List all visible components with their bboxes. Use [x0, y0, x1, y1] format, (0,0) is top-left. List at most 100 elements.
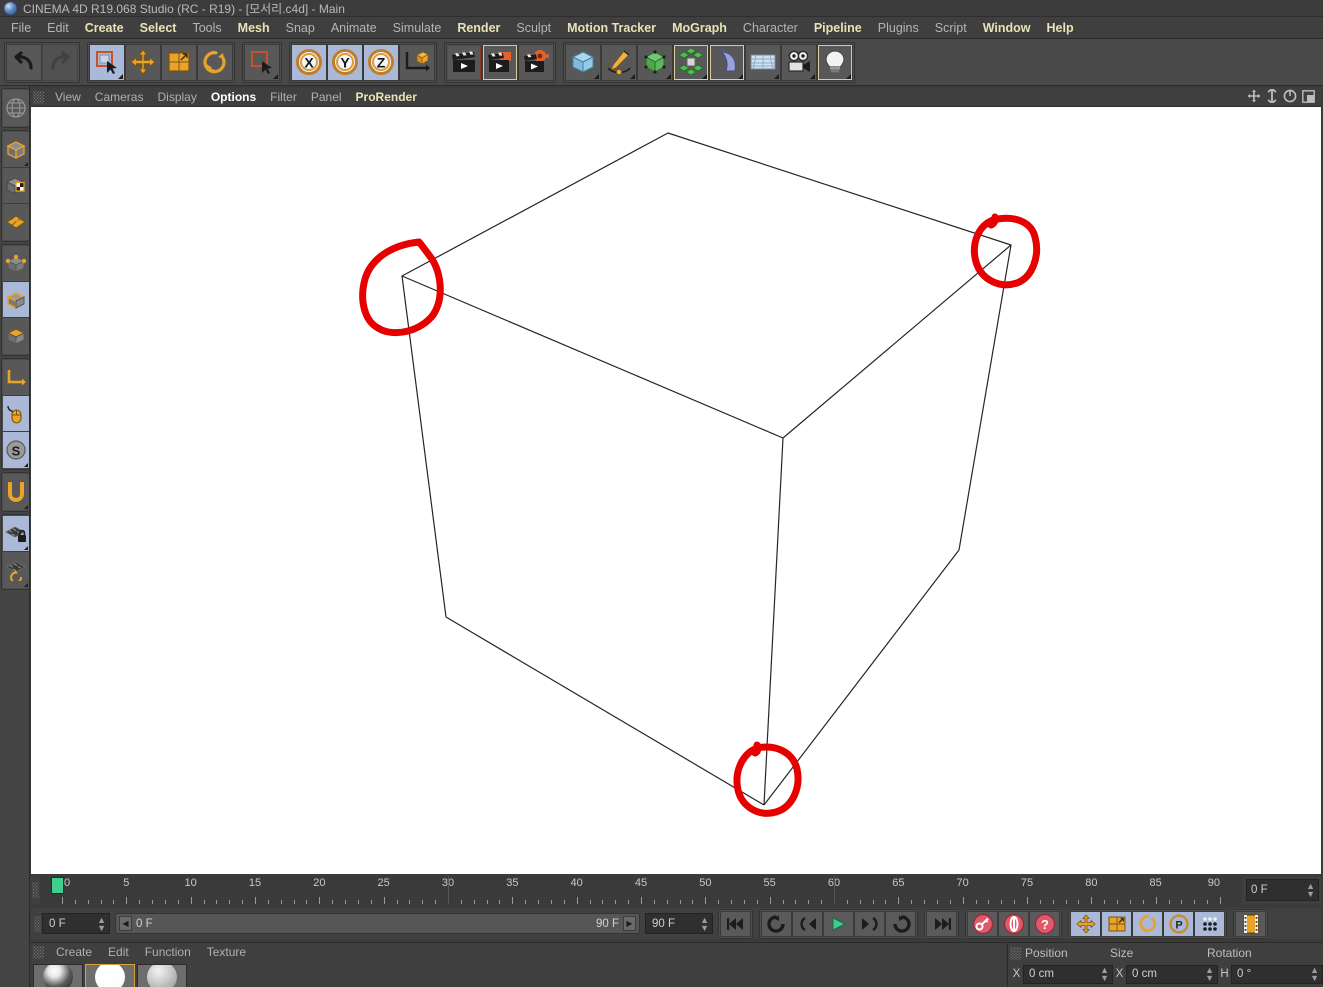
viewport-menu-panel[interactable]: Panel — [304, 88, 349, 107]
lock-y-axis-button[interactable]: Y — [327, 43, 363, 81]
menu-help[interactable]: Help — [1039, 17, 1082, 39]
menu-motion-tracker[interactable]: Motion Tracker — [559, 17, 664, 39]
add-camera-button[interactable] — [781, 43, 817, 81]
loop-playback-button[interactable] — [885, 910, 916, 937]
go-to-end-button[interactable] — [926, 910, 957, 937]
current-frame-field[interactable]: 0 F ▲ ▼ — [42, 913, 110, 934]
menu-select[interactable]: Select — [132, 17, 185, 39]
panel-grip-icon[interactable] — [1010, 946, 1021, 960]
coordinate-system-button[interactable] — [399, 43, 435, 81]
render-to-picture-viewer-button[interactable] — [482, 43, 518, 81]
spinner-icon[interactable]: ▲ ▼ — [1310, 966, 1319, 983]
coordinate-input[interactable]: 0 cm ▲ ▼ — [1023, 964, 1113, 984]
render-view-button[interactable] — [446, 43, 482, 81]
preview-range-start-handle[interactable]: ◀ — [119, 916, 132, 931]
coordinate-input[interactable]: 0 ° ▲ ▼ — [1231, 964, 1323, 984]
keyframe-selection-button[interactable]: ? — [1029, 910, 1060, 937]
material-menu-texture[interactable]: Texture — [199, 943, 254, 962]
soft-selection-button[interactable]: S — [3, 432, 29, 468]
position-key-toggle[interactable] — [1070, 910, 1101, 937]
add-light-button[interactable] — [817, 43, 853, 81]
texture-mode-button[interactable] — [3, 168, 29, 204]
points-mode-button[interactable] — [3, 246, 29, 282]
play-forward-button[interactable] — [823, 910, 854, 937]
lock-z-axis-button[interactable]: Z — [363, 43, 399, 81]
menu-character[interactable]: Character — [735, 17, 806, 39]
timeline-playhead[interactable] — [51, 877, 64, 894]
timeline-frame-field[interactable]: 0 F ▲ ▼ — [1246, 879, 1319, 901]
polygons-mode-button[interactable] — [3, 318, 29, 354]
zoom-view-button[interactable] — [1266, 87, 1278, 106]
scale-tool[interactable] — [161, 43, 197, 81]
viewport-menu-filter[interactable]: Filter — [263, 88, 304, 107]
viewport-menu-prorender[interactable]: ProRender — [349, 88, 424, 107]
viewport-menu-cameras[interactable]: Cameras — [88, 88, 151, 107]
rotation-key-toggle[interactable] — [1132, 910, 1163, 937]
rotate-view-button[interactable] — [1283, 89, 1297, 106]
timeline-ruler[interactable]: 051015202530354045505560657075808590 — [40, 876, 1242, 904]
material-menu-edit[interactable]: Edit — [100, 943, 137, 962]
edges-mode-button[interactable] — [3, 282, 29, 318]
menu-simulate[interactable]: Simulate — [385, 17, 450, 39]
menu-file[interactable]: File — [3, 17, 39, 39]
record-active-objects-button[interactable] — [967, 910, 998, 937]
undo-view-button[interactable] — [3, 90, 29, 126]
menu-sculpt[interactable]: Sculpt — [508, 17, 559, 39]
menu-edit[interactable]: Edit — [39, 17, 77, 39]
material-swatch-3[interactable] — [137, 964, 187, 987]
spinner-icon[interactable]: ▲ ▼ — [700, 915, 709, 932]
undo-button[interactable] — [6, 43, 42, 81]
coordinate-input[interactable]: 0 cm ▲ ▼ — [1126, 964, 1218, 984]
autokeying-button[interactable] — [998, 910, 1029, 937]
rotate-tool[interactable] — [197, 43, 233, 81]
add-deformer-button[interactable] — [709, 43, 745, 81]
open-timeline-button[interactable] — [1235, 910, 1266, 937]
maximize-viewport-button[interactable] — [1302, 89, 1315, 106]
material-swatch-2[interactable] — [85, 964, 135, 987]
menu-create[interactable]: Create — [77, 17, 132, 39]
model-mode-button[interactable] — [3, 132, 29, 168]
lock-x-axis-button[interactable]: X — [291, 43, 327, 81]
workplane-mode-button[interactable] — [3, 204, 29, 240]
redo-button[interactable] — [42, 43, 78, 81]
menu-script[interactable]: Script — [927, 17, 975, 39]
play-backwards-button[interactable] — [761, 910, 792, 937]
magnet-tool-button[interactable] — [3, 474, 29, 510]
menu-plugins[interactable]: Plugins — [870, 17, 927, 39]
panel-grip-icon[interactable] — [33, 946, 44, 959]
pan-view-button[interactable] — [1247, 89, 1261, 106]
spinner-icon[interactable]: ▲ ▼ — [97, 915, 106, 932]
menu-window[interactable]: Window — [975, 17, 1039, 39]
add-generator-button[interactable] — [637, 43, 673, 81]
transport-grip-icon[interactable] — [33, 909, 42, 938]
add-environment-button[interactable] — [745, 43, 781, 81]
spinner-icon[interactable]: ▲ ▼ — [1205, 966, 1214, 983]
menu-render[interactable]: Render — [449, 17, 508, 39]
viewport-menu-options[interactable]: Options — [204, 88, 263, 107]
viewport-menu-view[interactable]: View — [48, 88, 88, 107]
parameter-key-toggle[interactable]: P — [1163, 910, 1194, 937]
scale-key-toggle[interactable] — [1101, 910, 1132, 937]
render-settings-button[interactable] — [518, 43, 554, 81]
go-to-start-button[interactable] — [720, 910, 751, 937]
point-level-animation-toggle[interactable] — [1194, 910, 1225, 937]
document-end-field[interactable]: 90 F ▲ ▼ — [645, 913, 713, 934]
viewport-solo-button[interactable] — [3, 396, 29, 432]
add-mograph-button[interactable] — [673, 43, 709, 81]
panel-grip-icon[interactable] — [33, 90, 44, 104]
add-spline-button[interactable] — [601, 43, 637, 81]
planar-workplane-button[interactable] — [3, 552, 29, 588]
viewport-menu-display[interactable]: Display — [150, 88, 203, 107]
selection-mode-button[interactable] — [244, 43, 280, 81]
viewport-canvas[interactable] — [31, 107, 1321, 874]
menu-snap[interactable]: Snap — [278, 17, 323, 39]
preview-range-end-handle[interactable]: ▶ — [623, 916, 636, 931]
menu-animate[interactable]: Animate — [323, 17, 385, 39]
material-swatch-1[interactable] — [33, 964, 83, 987]
spinner-icon[interactable]: ▲ ▼ — [1306, 882, 1315, 899]
menu-mesh[interactable]: Mesh — [230, 17, 278, 39]
move-tool[interactable] — [125, 43, 161, 81]
enable-axis-modification-button[interactable] — [3, 360, 29, 396]
material-menu-create[interactable]: Create — [48, 943, 100, 962]
add-cube-button[interactable] — [565, 43, 601, 81]
